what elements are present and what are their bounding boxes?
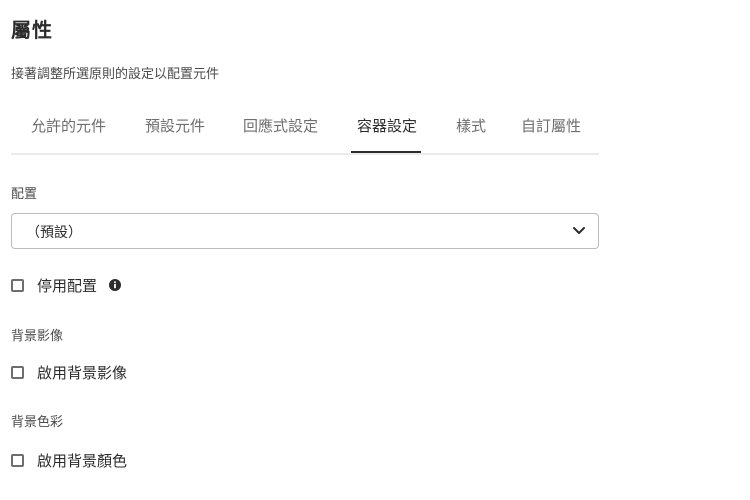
disable-layout-checkbox[interactable] xyxy=(11,278,24,292)
tab-allowed-components[interactable]: 允許的元件 xyxy=(31,105,106,151)
enable-background-color-row: 啟用背景顏色 xyxy=(11,450,127,470)
info-icon[interactable] xyxy=(109,279,122,291)
tab-responsive-settings[interactable]: 回應式設定 xyxy=(243,105,318,151)
tab-bar: 允許的元件 預設元件 回應式設定 容器設定 樣式 自訂屬性 xyxy=(11,105,599,155)
tab-custom-properties[interactable]: 自訂屬性 xyxy=(521,105,581,151)
layout-select-value: （預設） xyxy=(26,225,82,241)
tab-styles[interactable]: 樣式 xyxy=(456,105,486,151)
disable-layout-label[interactable]: 停用配置 xyxy=(37,275,97,296)
chevron-down-icon xyxy=(573,227,585,234)
tab-container-settings[interactable]: 容器設定 xyxy=(357,105,417,151)
layout-select[interactable]: （預設） xyxy=(11,213,599,249)
layout-label: 配置 xyxy=(11,187,38,202)
background-image-label: 背景影像 xyxy=(11,329,64,344)
enable-background-color-label[interactable]: 啟用背景顏色 xyxy=(37,450,127,471)
active-tab-indicator xyxy=(351,151,421,153)
enable-background-image-row: 啟用背景影像 xyxy=(11,362,127,382)
enable-background-image-checkbox[interactable] xyxy=(11,365,24,379)
disable-layout-row: 停用配置 xyxy=(11,275,122,296)
page-title: 屬性 xyxy=(11,18,53,42)
page-subtitle: 接著調整所選原則的設定以配置元件 xyxy=(11,67,220,82)
enable-background-image-label[interactable]: 啟用背景影像 xyxy=(37,362,127,383)
background-color-label: 背景色彩 xyxy=(11,415,64,430)
tab-default-components[interactable]: 預設元件 xyxy=(145,105,205,151)
enable-background-color-checkbox[interactable] xyxy=(11,453,24,467)
